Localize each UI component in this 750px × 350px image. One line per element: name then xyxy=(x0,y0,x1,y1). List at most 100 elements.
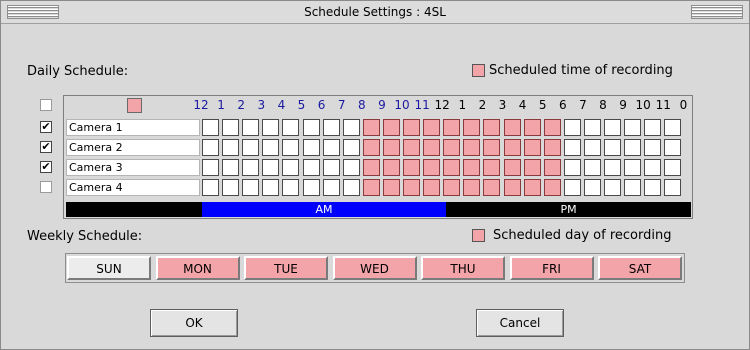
hour-cell[interactable] xyxy=(644,139,662,156)
camera-checkbox[interactable]: ✔ xyxy=(40,121,52,133)
hour-cell[interactable] xyxy=(604,119,621,136)
hour-cell[interactable] xyxy=(543,139,561,156)
hour-cell[interactable] xyxy=(583,159,601,176)
hour-cell[interactable] xyxy=(503,179,521,196)
day-button[interactable]: SAT xyxy=(598,256,682,280)
hour-cell[interactable] xyxy=(463,179,481,196)
hour-cell[interactable] xyxy=(563,119,581,136)
hour-cell[interactable] xyxy=(523,179,541,196)
hour-cell[interactable] xyxy=(382,139,400,156)
hour-cell[interactable] xyxy=(242,119,260,136)
hour-cell[interactable] xyxy=(604,179,621,196)
hour-cell[interactable] xyxy=(242,179,260,196)
hour-cell[interactable] xyxy=(644,159,662,176)
hour-cell[interactable] xyxy=(443,119,461,136)
hour-cell[interactable] xyxy=(483,159,501,176)
hour-cell[interactable] xyxy=(222,159,240,176)
hour-cell[interactable] xyxy=(202,139,219,156)
camera-checkbox[interactable]: ✔ xyxy=(40,141,52,153)
hour-cell[interactable] xyxy=(302,179,320,196)
hour-cell[interactable] xyxy=(202,119,219,136)
hour-cell[interactable] xyxy=(543,159,561,176)
hour-cell[interactable] xyxy=(222,119,240,136)
hour-cell[interactable] xyxy=(362,179,380,196)
hour-cell[interactable] xyxy=(403,179,420,196)
hour-cell[interactable] xyxy=(624,139,642,156)
hour-cell[interactable] xyxy=(503,119,521,136)
hour-cell[interactable] xyxy=(202,159,219,176)
hour-cell[interactable] xyxy=(362,139,380,156)
select-all-cameras-checkbox[interactable] xyxy=(40,99,52,111)
hour-cell[interactable] xyxy=(604,159,621,176)
hour-cell[interactable] xyxy=(644,119,662,136)
hour-cell[interactable] xyxy=(523,159,541,176)
hour-cell[interactable] xyxy=(403,119,420,136)
hour-cell[interactable] xyxy=(342,139,360,156)
hour-cell[interactable] xyxy=(342,179,360,196)
select-all-hours-swatch[interactable] xyxy=(127,98,142,113)
hour-cell[interactable] xyxy=(382,119,400,136)
hour-cell[interactable] xyxy=(624,179,642,196)
hour-cell[interactable] xyxy=(322,119,340,136)
hour-cell[interactable] xyxy=(222,139,240,156)
hour-cell[interactable] xyxy=(342,119,360,136)
hour-cell[interactable] xyxy=(262,159,280,176)
hour-cell[interactable] xyxy=(463,139,481,156)
hour-cell[interactable] xyxy=(664,139,682,156)
title-bar[interactable]: Schedule Settings : 4SL xyxy=(1,1,749,24)
hour-cell[interactable] xyxy=(644,179,662,196)
hour-cell[interactable] xyxy=(463,159,481,176)
hour-cell[interactable] xyxy=(282,139,300,156)
hour-cell[interactable] xyxy=(523,139,541,156)
hour-cell[interactable] xyxy=(282,119,300,136)
hour-cell[interactable] xyxy=(242,139,260,156)
hour-cell[interactable] xyxy=(583,179,601,196)
hour-cell[interactable] xyxy=(664,179,682,196)
hour-cell[interactable] xyxy=(583,139,601,156)
day-button[interactable]: TUE xyxy=(244,256,328,280)
day-button[interactable]: MON xyxy=(155,256,240,280)
hour-cell[interactable] xyxy=(624,119,642,136)
camera-checkbox[interactable]: ✔ xyxy=(40,161,52,173)
hour-cell[interactable] xyxy=(282,159,300,176)
hour-cell[interactable] xyxy=(483,119,501,136)
hour-cell[interactable] xyxy=(302,159,320,176)
hour-cell[interactable] xyxy=(443,159,461,176)
hour-cell[interactable] xyxy=(382,159,400,176)
hour-cell[interactable] xyxy=(423,179,441,196)
hour-cell[interactable] xyxy=(463,119,481,136)
hour-cell[interactable] xyxy=(262,139,280,156)
hour-cell[interactable] xyxy=(242,159,260,176)
hour-cell[interactable] xyxy=(443,139,461,156)
hour-cell[interactable] xyxy=(222,179,240,196)
hour-cell[interactable] xyxy=(282,179,300,196)
hour-cell[interactable] xyxy=(583,119,601,136)
hour-cell[interactable] xyxy=(664,119,682,136)
hour-cell[interactable] xyxy=(262,119,280,136)
hour-cell[interactable] xyxy=(322,159,340,176)
hour-cell[interactable] xyxy=(403,139,420,156)
hour-cell[interactable] xyxy=(503,159,521,176)
hour-cell[interactable] xyxy=(604,139,621,156)
day-button[interactable]: WED xyxy=(332,256,417,280)
hour-cell[interactable] xyxy=(563,179,581,196)
day-button[interactable]: FRI xyxy=(509,256,594,280)
hour-cell[interactable] xyxy=(443,179,461,196)
hour-cell[interactable] xyxy=(302,139,320,156)
hour-cell[interactable] xyxy=(382,179,400,196)
hour-cell[interactable] xyxy=(624,159,642,176)
hour-cell[interactable] xyxy=(342,159,360,176)
hour-cell[interactable] xyxy=(563,139,581,156)
hour-cell[interactable] xyxy=(423,139,441,156)
camera-checkbox[interactable] xyxy=(40,181,52,193)
hour-cell[interactable] xyxy=(543,179,561,196)
hour-cell[interactable] xyxy=(202,179,219,196)
hour-cell[interactable] xyxy=(483,179,501,196)
hour-cell[interactable] xyxy=(423,119,441,136)
hour-cell[interactable] xyxy=(543,119,561,136)
hour-cell[interactable] xyxy=(523,119,541,136)
hour-cell[interactable] xyxy=(302,119,320,136)
hour-cell[interactable] xyxy=(322,179,340,196)
ok-button[interactable]: OK xyxy=(150,309,238,337)
hour-cell[interactable] xyxy=(503,139,521,156)
